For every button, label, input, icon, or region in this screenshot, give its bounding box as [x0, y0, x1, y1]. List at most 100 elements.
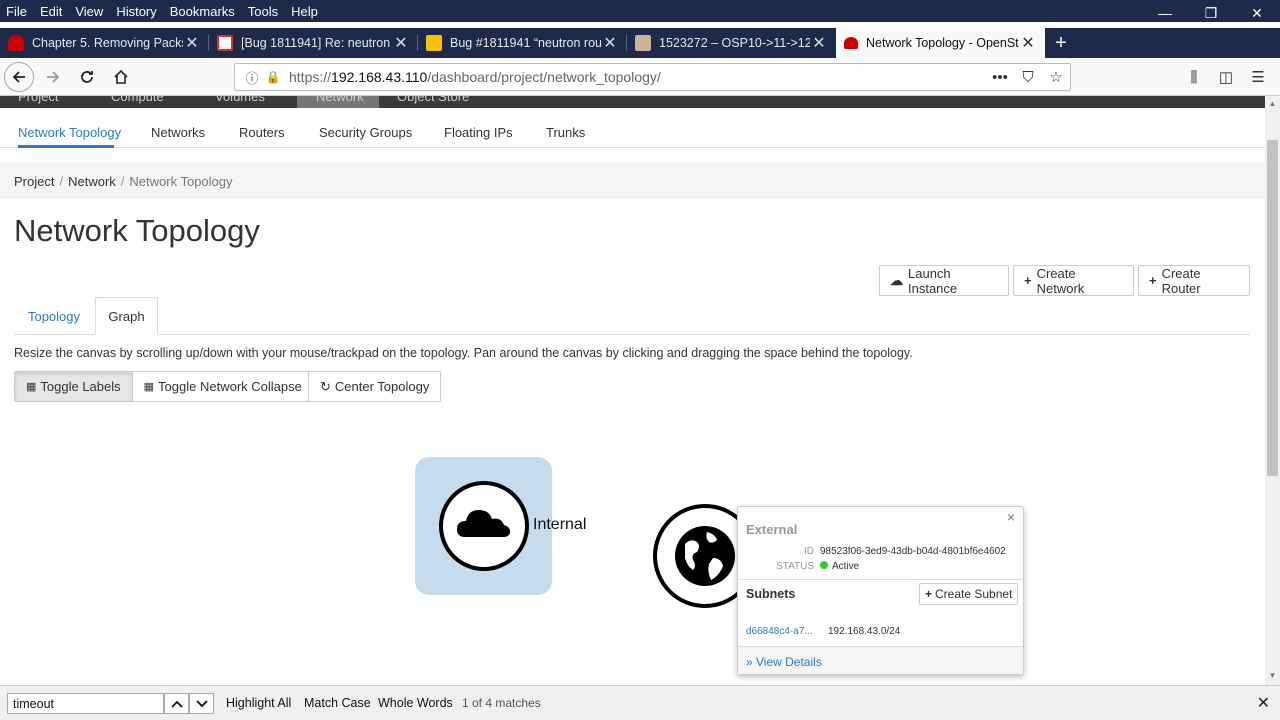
menu-help[interactable]: Help — [285, 4, 325, 19]
refresh-icon: ↻ — [320, 378, 331, 394]
tab-bar: Chapter 5. Removing Packstack ✕ [Bug 181… — [0, 28, 1280, 58]
subnet-id-link[interactable]: d66848c4-a7... — [746, 626, 813, 637]
menu-history[interactable]: History — [110, 4, 163, 19]
plus-icon: + — [1149, 273, 1157, 288]
plus-icon: + — [925, 587, 933, 601]
breadcrumb-project[interactable]: Project — [14, 174, 54, 189]
subnav-network-topology[interactable]: Network Topology — [18, 125, 121, 140]
close-tab-icon[interactable]: ✕ — [1019, 33, 1037, 53]
navigation-toolbar: ⓘ 🔒 https://192.168.43.110/dashboard/pro… — [0, 58, 1280, 96]
topnav-network[interactable]: Network — [316, 96, 364, 104]
pocket-icon[interactable]: ⛉ — [1014, 69, 1042, 86]
tab-title: Chapter 5. Removing Packstack — [32, 36, 183, 50]
gmail-favicon-icon — [217, 35, 233, 51]
forward-arrow-icon — [47, 70, 60, 83]
cloud-upload-icon: ☁ — [890, 272, 903, 288]
whole-words-toggle[interactable]: Whole Words — [378, 696, 453, 710]
restore-button[interactable]: ❐ — [1188, 0, 1234, 26]
tab-title: Network Topology - OpenStack — [866, 36, 1019, 50]
menu-file[interactable]: File — [0, 4, 34, 19]
sidebar-icon[interactable]: ◫ — [1210, 63, 1242, 91]
library-icon[interactable]: ⫼ — [1178, 63, 1210, 91]
popover-footer: » View Details — [738, 646, 1023, 674]
breadcrumb-network[interactable]: Network — [68, 174, 116, 189]
cloud-icon — [457, 510, 511, 537]
create-subnet-button[interactable]: + Create Subnet — [919, 583, 1019, 605]
launchpad-favicon-icon — [426, 35, 442, 51]
create-network-button[interactable]: + Create Network — [1013, 265, 1134, 296]
launch-instance-button[interactable]: ☁ Launch Instance — [879, 265, 1009, 296]
browser-tab[interactable]: Chapter 5. Removing Packstack ✕ — [0, 28, 209, 58]
reload-button[interactable] — [72, 62, 102, 92]
minimize-button[interactable]: — — [1142, 0, 1188, 26]
chevron-down-icon — [195, 699, 208, 707]
home-button[interactable] — [106, 62, 136, 92]
menu-bookmarks[interactable]: Bookmarks — [164, 4, 242, 19]
menu-view[interactable]: View — [69, 4, 110, 19]
close-tab-icon[interactable]: ✕ — [601, 33, 619, 53]
toggle-network-collapse-button[interactable]: ▦ Toggle Network Collapse — [132, 371, 314, 402]
close-window-button[interactable]: ✕ — [1234, 0, 1280, 26]
close-popover-icon[interactable]: × — [1007, 509, 1015, 525]
tab-graph[interactable]: Graph — [95, 297, 158, 335]
find-previous-button[interactable] — [164, 693, 189, 714]
view-tabs-baseline — [14, 334, 1250, 335]
highlight-all-toggle[interactable]: Highlight All — [226, 696, 291, 710]
hamburger-menu-icon[interactable]: ☰ — [1242, 63, 1274, 91]
back-button[interactable] — [4, 61, 34, 92]
topnav-compute[interactable]: Compute — [111, 96, 164, 104]
tab-topology[interactable]: Topology — [14, 297, 94, 335]
browser-tab[interactable]: [Bug 1811941] Re: neutron rout ✕ — [209, 28, 418, 58]
vertical-scrollbar[interactable]: ▲ ▼ — [1265, 96, 1280, 685]
toggle-labels-button[interactable]: ▦ Toggle Labels — [14, 371, 133, 402]
subnav-security-groups[interactable]: Security Groups — [319, 125, 412, 140]
view-details-link[interactable]: » View Details — [746, 655, 822, 669]
info-icon[interactable]: ⓘ — [241, 68, 263, 87]
insecure-lock-icon[interactable]: 🔒 — [263, 70, 283, 84]
window-controls: — ❐ ✕ — [1142, 0, 1280, 26]
close-tab-icon[interactable]: ✕ — [392, 33, 410, 53]
toggle-button-group: ▦ Toggle Labels ▦ Toggle Network Collapse — [14, 371, 314, 402]
menu-tools[interactable]: Tools — [242, 4, 285, 19]
scroll-up-arrow-icon[interactable]: ▲ — [1265, 99, 1280, 108]
menu-bar: File Edit View History Bookmarks Tools H… — [0, 0, 1280, 22]
menu-edit[interactable]: Edit — [34, 4, 69, 19]
find-input[interactable] — [7, 693, 164, 714]
redhat-favicon-icon — [844, 37, 858, 49]
scrollbar-thumb[interactable] — [1267, 140, 1278, 476]
internal-network-label: Internal — [533, 516, 587, 533]
browser-tab-active[interactable]: Network Topology - OpenStack ✕ — [836, 28, 1045, 58]
page-actions-icon[interactable]: ••• — [986, 69, 1014, 86]
topnav-volumes[interactable]: Volumes — [215, 96, 265, 104]
match-count: 1 of 4 matches — [462, 696, 541, 710]
bookmark-star-icon[interactable]: ☆ — [1042, 68, 1070, 86]
subnav-routers[interactable]: Routers — [239, 125, 285, 140]
url-bar[interactable]: ⓘ 🔒 https://192.168.43.110/dashboard/pro… — [234, 63, 1071, 91]
create-router-button[interactable]: + Create Router — [1138, 265, 1250, 296]
bugzilla-favicon-icon — [635, 35, 651, 51]
close-tab-icon[interactable]: ✕ — [810, 33, 828, 53]
plus-icon: + — [1024, 273, 1032, 288]
subnav-trunks[interactable]: Trunks — [546, 125, 585, 140]
th-large-icon: ▦ — [26, 381, 37, 393]
internal-network-node[interactable] — [439, 481, 529, 571]
topnav-project[interactable]: Project — [18, 96, 58, 104]
find-next-button[interactable] — [189, 693, 214, 714]
subnav-networks[interactable]: Networks — [151, 125, 205, 140]
center-topology-button[interactable]: ↻ Center Topology — [308, 371, 442, 402]
scroll-down-arrow-icon[interactable]: ▼ — [1265, 671, 1280, 680]
subnav-active-underline — [18, 145, 114, 148]
close-find-bar-icon[interactable]: ✕ — [1257, 693, 1270, 713]
redhat-favicon-icon — [8, 35, 24, 51]
close-tab-icon[interactable]: ✕ — [183, 33, 201, 53]
match-case-toggle[interactable]: Match Case — [304, 696, 371, 710]
subnav-floating-ips[interactable]: Floating IPs — [444, 125, 513, 140]
browser-tab[interactable]: Bug #1811941 “neutron routers ✕ — [418, 28, 627, 58]
new-tab-button[interactable]: + — [1045, 28, 1077, 58]
forward-button[interactable] — [38, 62, 68, 92]
page-content: Project Compute Volumes Network Object S… — [0, 96, 1265, 685]
url-text[interactable]: https://192.168.43.110/dashboard/project… — [289, 69, 986, 85]
th-icon: ▦ — [143, 381, 155, 393]
browser-tab[interactable]: 1523272 – OSP10->11->12 upgr ✕ — [627, 28, 836, 58]
topnav-object-store[interactable]: Object Store — [397, 96, 469, 104]
